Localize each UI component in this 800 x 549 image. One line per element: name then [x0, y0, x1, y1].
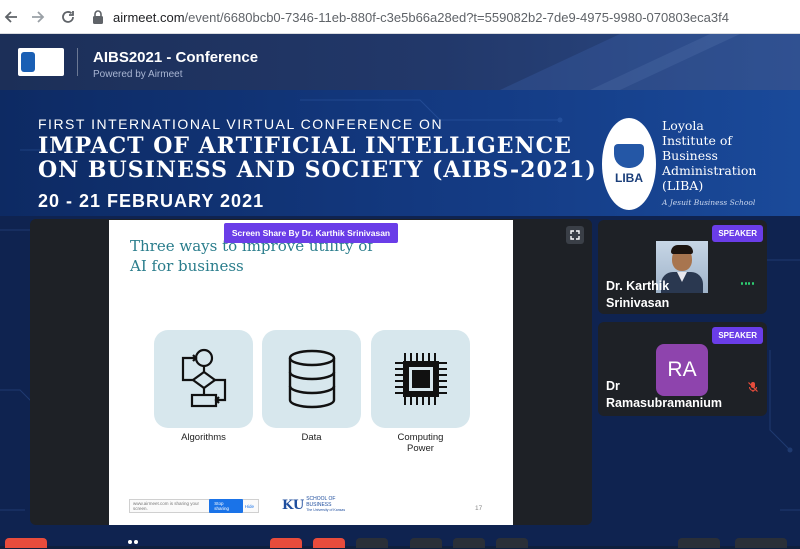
- speaker-tile-karthik[interactable]: SPEAKER Dr. Karthik Srinivasan: [598, 220, 767, 314]
- speaker-name-line: Dr. Karthik: [606, 279, 670, 293]
- browser-share-bar: www.airmeet.com is sharing your screen. …: [129, 499, 259, 513]
- card-label-data: Data: [301, 432, 322, 443]
- share-screen-button[interactable]: [356, 538, 388, 548]
- header-divider: [77, 48, 78, 76]
- ku-text: SCHOOL OF BUSINESS The University of Kan…: [306, 496, 346, 514]
- institute-name-line: Business: [662, 148, 718, 163]
- ku-text-line: The University of Kansas: [306, 508, 346, 512]
- banner-line-2: IMPACT OF ARTIFICIAL INTELLIGENCE: [38, 133, 572, 159]
- lock-icon: [93, 10, 103, 24]
- stop-sharing-button[interactable]: Stop sharing: [209, 499, 243, 513]
- speaker-name-line: Ramasubramanium: [606, 396, 723, 410]
- institute-tagline: A Jesuit Business School: [662, 198, 756, 207]
- header-decoration: [500, 34, 800, 90]
- ku-mark: KU: [282, 497, 305, 513]
- card-label-line: Power: [407, 443, 434, 454]
- institute-name-line: Administration: [662, 163, 757, 178]
- institute-name-line: (LIBA): [662, 178, 704, 193]
- banner-line-3: ON BUSINESS AND SOCIETY (AIBS-2021): [38, 157, 597, 183]
- raise-hand-button[interactable]: [453, 538, 485, 548]
- stage: FIRST INTERNATIONAL VIRTUAL CONFERENCE O…: [0, 90, 800, 546]
- url-path: /event/6680bcb0-7346-11eb-880f-c3e5b66a2…: [184, 9, 729, 25]
- camera-toggle-button[interactable]: [270, 538, 302, 548]
- leave-button[interactable]: [5, 538, 47, 548]
- screen-share-panel[interactable]: Three ways to improve utility of AI for …: [30, 219, 592, 525]
- powered-by: Powered by Airmeet: [93, 69, 183, 80]
- more-icon[interactable]: [126, 536, 144, 546]
- card-label-algorithms: Algorithms: [181, 432, 226, 443]
- shared-slide: Three ways to improve utility of AI for …: [109, 220, 513, 525]
- ku-logo: KU SCHOOL OF BUSINESS The University of …: [282, 496, 346, 514]
- speaker-badge: SPEAKER: [712, 327, 763, 344]
- institute-name: Loyola Institute of Business Administrat…: [662, 118, 756, 193]
- url-host: airmeet.com: [113, 9, 185, 25]
- speaker-name: Dr. Karthik Srinivasan: [606, 278, 669, 312]
- audio-level-icon: [741, 282, 754, 285]
- card-label-line: Computing: [397, 432, 444, 443]
- slide-page-number: 17: [475, 505, 483, 512]
- back-icon[interactable]: [0, 6, 22, 28]
- reload-icon[interactable]: [57, 6, 79, 28]
- flowchart-icon: [181, 348, 226, 408]
- forward-icon[interactable]: [27, 6, 49, 28]
- speaker-name-line: Srinivasan: [606, 296, 670, 310]
- chat-button[interactable]: [678, 538, 720, 548]
- banner-headline: IMPACT OF ARTIFICIAL INTELLIGENCE ON BUS…: [38, 134, 597, 182]
- mic-toggle-button[interactable]: [313, 538, 345, 548]
- record-button[interactable]: [735, 538, 787, 548]
- event-header: AIBS2021 - Conference Powered by Airmeet: [0, 34, 800, 90]
- speaker-tile-ramasubramanium[interactable]: RA SPEAKER Dr Ramasubramanium: [598, 322, 767, 416]
- liba-seal-icon: [21, 52, 35, 72]
- banner-date: 20 - 21 FEBRUARY 2021: [38, 191, 265, 211]
- banner-line-1: FIRST INTERNATIONAL VIRTUAL CONFERENCE O…: [38, 116, 444, 132]
- algorithms-card: [154, 330, 253, 428]
- institute-name-line: Loyola: [662, 118, 704, 133]
- settings-button[interactable]: [496, 538, 528, 548]
- speaker-name: Dr Ramasubramanium: [606, 378, 722, 412]
- expand-icon: [570, 230, 580, 240]
- liba-oval-text: LIBA: [615, 170, 643, 185]
- reactions-button[interactable]: [410, 538, 442, 548]
- event-title: AIBS2021 - Conference: [93, 49, 259, 66]
- share-bar-text: www.airmeet.com is sharing your screen.: [133, 501, 200, 511]
- data-card: [262, 330, 361, 428]
- liba-logo: LIBA: [602, 118, 656, 210]
- database-icon: [288, 349, 335, 409]
- fullscreen-button[interactable]: [566, 226, 584, 244]
- mic-muted-icon: [748, 382, 758, 392]
- liba-shield-icon: [614, 143, 644, 168]
- screen-share-label: Screen Share By Dr. Karthik Srinivasan: [224, 223, 398, 243]
- speaker-badge: SPEAKER: [712, 225, 763, 242]
- event-logo: [18, 48, 64, 76]
- browser-toolbar: airmeet.com/event/6680bcb0-7346-11eb-880…: [0, 0, 800, 34]
- institute-name-line: Institute of: [662, 133, 733, 148]
- computing-power-card: [371, 330, 470, 428]
- slide-title-line-2: AI for business: [130, 257, 244, 275]
- speaker-name-line: Dr: [606, 379, 620, 393]
- card-label-computing: Computing Power: [371, 432, 470, 454]
- cpu-chip-icon: [394, 353, 447, 405]
- address-bar[interactable]: airmeet.com/event/6680bcb0-7346-11eb-880…: [92, 5, 800, 29]
- hide-share-bar-button[interactable]: Hide: [245, 504, 254, 509]
